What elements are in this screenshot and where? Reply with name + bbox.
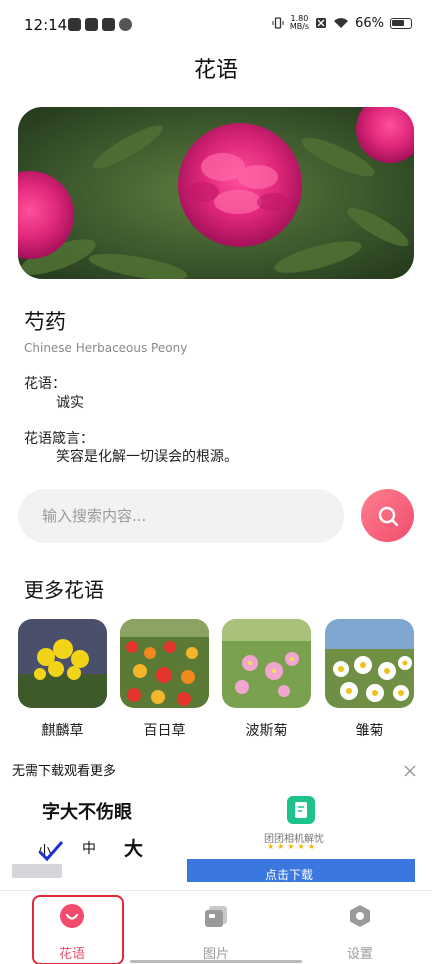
ad-right-panel: 团团相机解忧 ★★★★★ 点击下载 bbox=[187, 792, 415, 882]
app-logo-icon bbox=[287, 796, 315, 824]
search-icon bbox=[378, 506, 398, 526]
flower-motto-label: 花语箴言： bbox=[24, 431, 94, 447]
nav-item-settings[interactable]: 设置 bbox=[305, 891, 415, 964]
mail-icon bbox=[102, 18, 115, 31]
notification-icons bbox=[68, 18, 132, 31]
status-bar: 12:14 1.80 MB/s 66% bbox=[0, 0, 432, 50]
cosmos-image bbox=[222, 619, 311, 708]
more-flower-label: 雏菊 bbox=[355, 723, 384, 739]
flower-meaning-label: 花语： bbox=[24, 376, 66, 392]
ad-download-button[interactable]: 点击下载 bbox=[187, 859, 415, 882]
network-speed-unit: MB/s bbox=[289, 22, 310, 31]
goldenrod-image bbox=[18, 619, 107, 708]
more-flowers-list: 麒麟草 百日草 波斯菊 雏菊 bbox=[18, 619, 414, 739]
ad-headline: 字大不伤眼 bbox=[42, 802, 132, 823]
flower-motto-value: 笑容是化解一切误会的根源。 bbox=[56, 449, 238, 465]
more-flower-item[interactable]: 麒麟草 bbox=[18, 619, 107, 740]
nav-highlight-frame bbox=[32, 895, 124, 964]
more-flower-item[interactable]: 雏菊 bbox=[325, 619, 414, 740]
link-app-icon bbox=[85, 18, 98, 31]
nav-label-settings: 设置 bbox=[346, 947, 373, 962]
status-indicators: 1.80 MB/s 66% bbox=[272, 15, 412, 31]
video-app-icon bbox=[68, 18, 81, 31]
ad-left-panel: 字大不伤眼 小 中 大 bbox=[12, 792, 182, 882]
flower-hero-image bbox=[18, 107, 414, 279]
more-flower-label: 百日草 bbox=[143, 723, 186, 739]
ad-rating-stars: ★★★★★ bbox=[267, 842, 318, 851]
vibrate-icon bbox=[272, 17, 284, 29]
ad-download-label: 点击下载 bbox=[265, 868, 314, 882]
daisy-image bbox=[325, 619, 414, 708]
search-input[interactable] bbox=[18, 489, 344, 543]
wechat-icon bbox=[119, 18, 132, 31]
flower-meaning-value: 诚实 bbox=[56, 395, 84, 411]
nav-item-pictures[interactable]: 图片 bbox=[161, 891, 271, 964]
flower-name: 芍药 bbox=[24, 310, 66, 334]
wifi-icon bbox=[334, 18, 349, 28]
battery-icon bbox=[390, 17, 412, 29]
settings-icon bbox=[350, 905, 370, 927]
page-title: 花语 bbox=[193, 58, 238, 83]
ad-size-large: 大 bbox=[124, 838, 144, 860]
network-speed: 1.80 MB/s bbox=[290, 15, 309, 31]
ad-banner[interactable]: 无需下载观看更多 字大不伤眼 小 中 大 团团相机解忧 ★★★★★ 点击下载 bbox=[0, 752, 432, 882]
home-indicator bbox=[130, 960, 302, 963]
pictures-icon bbox=[205, 906, 227, 927]
more-flower-label: 波斯菊 bbox=[245, 723, 288, 739]
check-icon bbox=[38, 841, 64, 862]
search-button[interactable] bbox=[361, 489, 414, 542]
zinnia-image bbox=[120, 619, 209, 708]
more-flower-item[interactable]: 百日草 bbox=[120, 619, 209, 740]
ad-size-medium: 中 bbox=[82, 841, 96, 857]
close-icon[interactable] bbox=[402, 763, 418, 779]
flower-english-name: Chinese Herbaceous Peony bbox=[24, 341, 188, 355]
ad-blurred-thumb bbox=[12, 864, 62, 878]
more-flower-label: 麒麟草 bbox=[41, 723, 84, 739]
status-time: 12:14 bbox=[24, 16, 68, 34]
more-flower-item[interactable]: 波斯菊 bbox=[222, 619, 311, 740]
battery-percent: 66% bbox=[355, 15, 384, 31]
no-sim-icon bbox=[316, 18, 327, 28]
ad-title: 无需下载观看更多 bbox=[12, 764, 117, 779]
more-section-title: 更多花语 bbox=[24, 578, 104, 602]
